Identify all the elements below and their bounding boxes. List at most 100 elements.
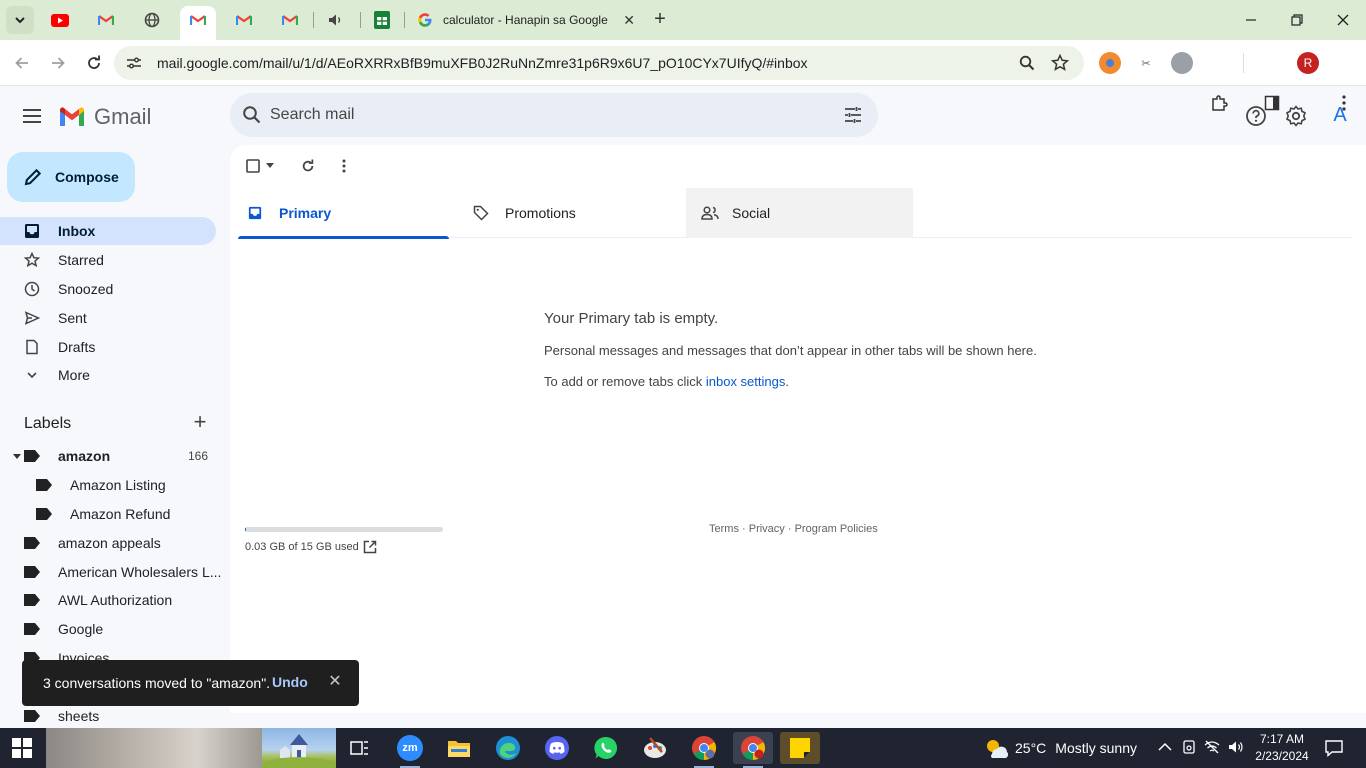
taskbar-chrome-2[interactable] xyxy=(733,732,773,768)
tab-sheets[interactable] xyxy=(368,6,396,34)
partly-sunny-icon xyxy=(987,740,1008,759)
volume-button[interactable] xyxy=(1228,740,1244,756)
tab-audio[interactable] xyxy=(322,6,350,34)
close-icon[interactable]: ✕ xyxy=(326,673,344,691)
label-icon xyxy=(36,508,52,520)
nav-inbox[interactable]: Inbox xyxy=(0,217,216,245)
label-icon xyxy=(24,594,40,606)
tab-social[interactable]: Social xyxy=(686,188,913,238)
tab-label: Social xyxy=(732,205,771,221)
support-button[interactable] xyxy=(1244,104,1268,128)
taskbar-discord[interactable] xyxy=(537,732,577,764)
site-settings-icon[interactable] xyxy=(126,55,142,71)
tab-search-button[interactable] xyxy=(6,6,34,34)
tab-gmail-3[interactable] xyxy=(230,6,258,34)
nav-drafts[interactable]: Drafts xyxy=(0,333,216,361)
search-options-icon[interactable] xyxy=(843,105,863,125)
nav-more[interactable]: More xyxy=(0,361,216,389)
minimize-button[interactable] xyxy=(1228,0,1274,40)
plus-icon: + xyxy=(193,409,207,434)
tab-promotions[interactable]: Promotions xyxy=(459,188,686,238)
zoom-icon[interactable] xyxy=(1019,55,1035,71)
extensions-button[interactable] xyxy=(1207,91,1231,115)
storage-usage: 0.03 GB of 15 GB used xyxy=(245,541,359,553)
compose-button[interactable]: Compose xyxy=(7,152,135,202)
open-in-new-icon[interactable] xyxy=(363,540,377,554)
new-tab-button[interactable]: + xyxy=(648,8,672,32)
footer-privacy[interactable]: Privacy xyxy=(749,523,785,535)
more-options-button[interactable] xyxy=(334,156,354,176)
tab-google-search[interactable]: calculator - Hanapin sa Google ✕ xyxy=(405,0,643,40)
label-item-amazon-listing[interactable]: Amazon Listing xyxy=(36,471,166,499)
reload-button[interactable] xyxy=(82,51,106,75)
forward-button[interactable] xyxy=(46,51,70,75)
label-item-amazon-refund[interactable]: Amazon Refund xyxy=(36,500,170,528)
tab-youtube[interactable] xyxy=(46,6,74,34)
caret-down-icon[interactable] xyxy=(266,163,274,169)
gmail-logo[interactable]: Gmail xyxy=(58,104,151,130)
label-item-amazon[interactable]: amazon 166 xyxy=(12,442,216,470)
undo-button[interactable]: Undo xyxy=(272,674,308,690)
restore-button[interactable] xyxy=(1274,0,1320,40)
network-button[interactable] xyxy=(1204,740,1220,756)
notification-center-icon[interactable] xyxy=(1324,738,1344,758)
weather-widget[interactable]: 25°C Mostly sunny xyxy=(984,728,1137,768)
account-avatar[interactable]: A xyxy=(1326,101,1354,129)
taskbar-edge[interactable] xyxy=(488,732,528,764)
extension-icon[interactable]: ✂ xyxy=(1135,52,1157,74)
speaker-icon xyxy=(329,14,341,26)
url-text[interactable]: mail.google.com/mail/u/1/d/AEoRXRRxBfB9m… xyxy=(157,55,808,71)
close-tab-icon[interactable]: ✕ xyxy=(623,12,635,29)
weather-temp: 25°C xyxy=(1015,740,1047,756)
taskbar-chrome-1[interactable] xyxy=(684,732,724,768)
compose-label: Compose xyxy=(55,169,119,185)
taskbar-file-explorer[interactable] xyxy=(439,732,479,764)
tab-gmail-4[interactable] xyxy=(276,6,304,34)
taskbar-paint[interactable] xyxy=(635,732,675,764)
label-item-amazon-appeals[interactable]: amazon appeals xyxy=(24,529,161,557)
tray-device-button[interactable] xyxy=(1181,740,1197,756)
nav-sent[interactable]: Sent xyxy=(0,304,216,332)
caret-down-icon[interactable] xyxy=(12,451,22,461)
main-menu-button[interactable] xyxy=(20,104,44,128)
extension-icon[interactable] xyxy=(1099,52,1121,74)
tab-globe[interactable] xyxy=(138,6,166,34)
settings-button[interactable] xyxy=(1284,104,1308,128)
tab-gmail-1[interactable] xyxy=(92,6,120,34)
create-label-button[interactable]: + xyxy=(190,409,210,434)
gmail-logo-icon xyxy=(60,107,84,126)
tab-primary[interactable]: Primary xyxy=(238,188,449,239)
search-bar[interactable] xyxy=(230,93,878,137)
tab-separator xyxy=(313,12,314,28)
windows-start-icon[interactable] xyxy=(12,738,32,758)
footer-terms[interactable]: Terms xyxy=(709,523,739,535)
show-hidden-icons-button[interactable] xyxy=(1157,740,1173,756)
label-item-awl-authorization[interactable]: AWL Authorization xyxy=(24,586,172,614)
chevron-down-icon xyxy=(24,367,40,383)
taskbar-search-box[interactable] xyxy=(46,728,262,768)
nav-label: Sent xyxy=(58,310,87,326)
label-item-sheets[interactable]: sheets xyxy=(24,702,99,730)
search-icon[interactable] xyxy=(242,105,262,125)
taskbar-clock[interactable]: 7:17 AM 2/23/2024 xyxy=(1252,731,1312,765)
bookmark-star-icon[interactable] xyxy=(1051,54,1069,72)
taskbar-sticky-notes[interactable] xyxy=(780,732,820,764)
nav-snoozed[interactable]: Snoozed xyxy=(0,275,216,303)
taskbar-zoom[interactable]: zm xyxy=(390,732,430,768)
inbox-settings-link[interactable]: inbox settings xyxy=(706,374,786,389)
taskbar-whatsapp[interactable] xyxy=(586,732,626,764)
reload-icon xyxy=(88,55,100,69)
footer-program-policies[interactable]: Program Policies xyxy=(795,523,878,535)
extension-icon[interactable] xyxy=(1171,52,1193,74)
label-item-google[interactable]: Google xyxy=(24,615,103,643)
back-button[interactable] xyxy=(10,51,34,75)
profile-avatar[interactable]: R xyxy=(1297,52,1319,74)
task-view-button[interactable] xyxy=(340,732,380,764)
select-all-checkbox[interactable] xyxy=(245,156,275,176)
nav-starred[interactable]: Starred xyxy=(0,246,216,274)
refresh-button[interactable] xyxy=(298,156,318,176)
label-item-american-wholesalers[interactable]: American Wholesalers L... xyxy=(24,558,221,586)
search-input[interactable] xyxy=(270,103,830,127)
close-window-button[interactable] xyxy=(1320,0,1366,40)
address-bar[interactable]: mail.google.com/mail/u/1/d/AEoRXRRxBfB9m… xyxy=(114,46,1084,80)
